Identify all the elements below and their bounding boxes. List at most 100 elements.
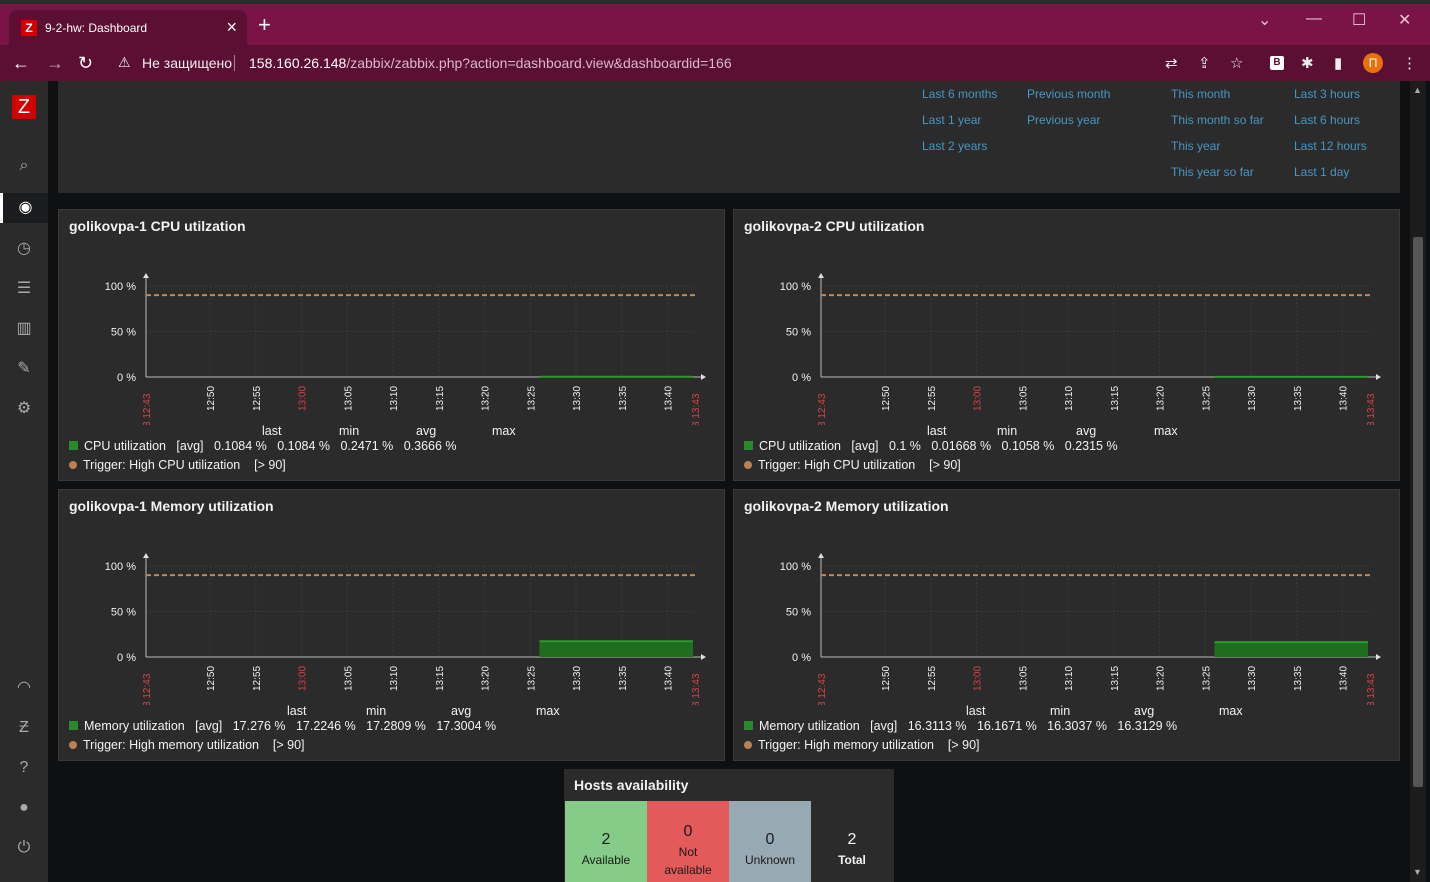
maximize-icon[interactable]: ☐	[1352, 10, 1366, 30]
legend-column-head: max	[1219, 704, 1243, 718]
tab-title: 9-2-hw: Dashboard	[45, 21, 148, 35]
scroll-up-icon[interactable]: ▲	[1413, 85, 1422, 95]
x-tick-label: 13:05	[343, 386, 354, 411]
browser-tab[interactable]: Z 9-2-hw: Dashboard ×	[9, 10, 247, 45]
tab-close-icon[interactable]: ×	[226, 17, 237, 38]
legend-trigger-row: Trigger: High memory utilization [> 90]	[744, 738, 980, 752]
legend-min: 16.1671 %	[976, 719, 1037, 733]
legend-column-head: max	[536, 704, 560, 718]
availability-cell[interactable]: 2 Total	[811, 801, 893, 882]
graph-plot[interactable]: 100 % 50 % 0 % 12:50 12:55 13:00 13:05 13:10 13:…	[59, 520, 724, 705]
inventory-list-icon[interactable]: ☰	[0, 274, 48, 304]
time-preset-link[interactable]: Last 1 year	[922, 113, 981, 127]
x-tick-label: 13:25	[526, 666, 537, 691]
x-tick-label: 13:00	[973, 666, 984, 691]
trigger-name: Trigger: High CPU utilization	[758, 458, 916, 472]
support-headset-icon[interactable]: ◠	[0, 673, 48, 703]
series-color-swatch	[69, 721, 78, 730]
minimize-icon[interactable]: —	[1306, 10, 1322, 28]
graph-plot[interactable]: 100 % 50 % 0 % 12:50 12:55 13:00 13:05 13:10 13:…	[734, 240, 1399, 425]
graph-plot[interactable]: 100 % 50 % 0 % 12:50 12:55 13:00 13:05 13:10 13:…	[59, 240, 724, 425]
sign-out-icon[interactable]: ⏻	[0, 833, 48, 863]
time-preset-link[interactable]: This month	[1171, 87, 1230, 101]
back-icon[interactable]: ←	[12, 53, 30, 74]
availability-cell[interactable]: 2 Available	[565, 801, 647, 882]
scroll-down-icon[interactable]: ▼	[1413, 867, 1422, 877]
share-icon[interactable]: ⇪	[1198, 54, 1211, 72]
availability-cell[interactable]: 0 Not available	[647, 801, 729, 882]
time-preset-link[interactable]: Last 6 months	[922, 87, 997, 101]
legend-min: 17.2246 %	[295, 719, 356, 733]
tab-search-icon[interactable]: ⌄	[1258, 10, 1271, 30]
widget-title: golikovpa-2 CPU utilization	[744, 218, 925, 234]
legend-avg: 0.1058 %	[1001, 439, 1055, 453]
user-settings-icon[interactable]: ●	[0, 793, 48, 823]
close-window-icon[interactable]: ✕	[1398, 10, 1411, 30]
url-text[interactable]: 158.160.26.148/zabbix/zabbix.php?action=…	[249, 55, 732, 71]
not-secure-label[interactable]: Не защищено	[142, 55, 232, 71]
time-preset-link[interactable]: Previous month	[1027, 87, 1110, 101]
legend-column-head: min	[366, 704, 387, 718]
time-preset-link[interactable]: Last 1 day	[1294, 165, 1349, 179]
x-tick-label: 13:10	[389, 666, 400, 691]
legend-trigger-row: Trigger: High CPU utilization [> 90]	[69, 458, 286, 472]
reload-icon[interactable]: ↻	[78, 53, 93, 74]
x-tick-label: 13:30	[572, 386, 583, 411]
availability-label: Unknown	[744, 853, 796, 867]
x-tick-label: 13:25	[1201, 386, 1212, 411]
trigger-condition: [> 90]	[929, 458, 961, 472]
scrollbar-thumb[interactable]	[1413, 237, 1423, 787]
x-tick-label: 13:15	[435, 386, 446, 411]
time-preset-link[interactable]: This year so far	[1171, 165, 1254, 179]
url-bar[interactable]: ⚠ Не защищено 158.160.26.148/zabbix/zabb…	[110, 50, 1260, 76]
zabbix-logo[interactable]: Z	[12, 95, 36, 119]
time-preset-link[interactable]: This month so far	[1171, 113, 1264, 127]
trigger-condition: [> 90]	[254, 458, 286, 472]
search-icon[interactable]: ⌕	[0, 151, 48, 181]
integrations-z-icon[interactable]: Ƶ	[0, 713, 48, 743]
legend-min: 0.01668 %	[931, 439, 992, 453]
data-collection-wrench-icon[interactable]: ✎	[0, 354, 48, 384]
availability-cell[interactable]: 0 Unknown	[729, 801, 811, 882]
extension-icon[interactable]: В	[1270, 56, 1284, 70]
x-tick-label: 13:05	[1018, 386, 1029, 411]
legend-column-head: max	[1154, 424, 1178, 438]
availability-count: 2	[601, 831, 611, 848]
help-icon[interactable]: ?	[0, 753, 48, 783]
bookmark-star-icon[interactable]: ☆	[1230, 54, 1243, 72]
trigger-color-dot	[69, 741, 77, 749]
reports-chart-icon[interactable]: ▥	[0, 314, 48, 344]
x-tick-label: 13:30	[1247, 386, 1258, 411]
legend-item: Memory utilization	[759, 719, 860, 733]
extensions-puzzle-icon[interactable]: ✱	[1301, 54, 1314, 72]
trigger-condition: [> 90]	[947, 738, 980, 752]
page-scrollbar[interactable]: ▲ ▼	[1410, 81, 1426, 882]
profile-avatar[interactable]: П	[1363, 53, 1383, 73]
time-preset-link[interactable]: Last 3 hours	[1294, 87, 1360, 101]
warning-icon[interactable]: ⚠	[118, 54, 131, 71]
administration-gear-icon[interactable]: ⚙	[0, 394, 48, 424]
x-axis-arrow	[1376, 654, 1381, 660]
availability-label: Total	[838, 853, 866, 867]
side-panel-icon[interactable]: ▮	[1334, 54, 1342, 72]
time-preset-link[interactable]: This year	[1171, 139, 1220, 153]
legend-item: CPU utilization	[84, 439, 166, 453]
forward-icon[interactable]: →	[46, 53, 64, 74]
legend-avg: 0.2471 %	[340, 439, 394, 453]
y-axis-arrow	[818, 273, 824, 278]
translate-icon[interactable]: ⇄	[1165, 54, 1178, 72]
new-tab-icon[interactable]: +	[258, 12, 271, 38]
trigger-color-dot	[69, 461, 77, 469]
data-area	[539, 641, 693, 657]
graph-plot[interactable]: 100 % 50 % 0 % 12:50 12:55 13:00 13:05 13:10 13:…	[734, 520, 1399, 705]
time-preset-link[interactable]: Last 2 years	[922, 139, 987, 153]
monitoring-eye-icon[interactable]: ◉	[0, 193, 48, 223]
series-color-swatch	[69, 441, 78, 450]
time-preset-link[interactable]: Previous year	[1027, 113, 1100, 127]
legend-item-row: Memory utilization [avg] 16.3113 % 16.16…	[744, 719, 1177, 733]
services-timer-icon[interactable]: ◷	[0, 234, 48, 264]
url-separator	[234, 55, 235, 71]
time-preset-link[interactable]: Last 6 hours	[1294, 113, 1360, 127]
time-preset-link[interactable]: Last 12 hours	[1294, 139, 1367, 153]
browser-menu-icon[interactable]: ⋮	[1402, 54, 1417, 72]
